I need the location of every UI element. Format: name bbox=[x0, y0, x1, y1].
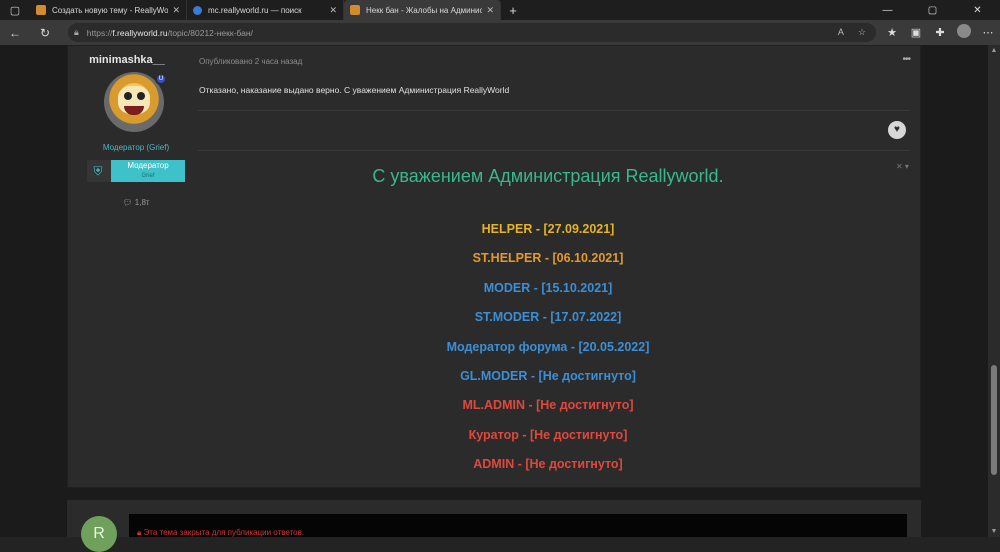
post-author-panel: minimashka__ U Модератор (Grief) ⛨ Модер… bbox=[68, 46, 186, 489]
lock-icon[interactable]: 🔒︎ bbox=[74, 27, 79, 38]
author-name[interactable]: minimashka__ bbox=[68, 54, 186, 66]
reallyworld-icon bbox=[36, 5, 46, 15]
scroll-up-icon[interactable]: ▲ bbox=[988, 47, 1000, 54]
collections-icon[interactable]: ▣ bbox=[904, 26, 928, 39]
window-controls: — ▢ ✕ bbox=[865, 5, 1000, 16]
signature: С уважением Администрация Reallyworld. H… bbox=[198, 166, 898, 480]
url-bar[interactable]: 🔒︎ https://f.reallyworld.ru/topic/80212-… bbox=[68, 23, 876, 42]
rank-sub: Grief bbox=[141, 173, 155, 179]
menu-icon[interactable]: ⋯ bbox=[976, 26, 1000, 39]
avatar[interactable]: R bbox=[81, 516, 117, 552]
online-badge-icon: U bbox=[155, 73, 167, 85]
author-group: Модератор (Grief) bbox=[102, 143, 170, 152]
signature-line: GL.MODER - [Не достигнуто] bbox=[460, 368, 636, 383]
page-viewport: minimashka__ U Модератор (Grief) ⛨ Модер… bbox=[0, 45, 988, 552]
lock-icon: 🔒︎ bbox=[137, 528, 142, 537]
locked-notice: 🔒︎ Эта тема закрыта для публикации ответ… bbox=[129, 514, 907, 537]
signature-line: MODER - [15.10.2021] bbox=[483, 280, 613, 295]
comment-icon: 💬︎ bbox=[122, 198, 133, 207]
toolbar-buttons: ★ ▣ ✚ ⋯ bbox=[880, 20, 1000, 45]
rank-badge: ⛨ Модератор Grief bbox=[87, 160, 185, 182]
new-tab-button[interactable]: + bbox=[501, 3, 525, 18]
scrollbar-thumb[interactable] bbox=[991, 365, 997, 475]
like-heart-icon[interactable]: ♥ bbox=[888, 121, 906, 139]
signature-line: Модератор форума - [20.05.2022] bbox=[446, 339, 650, 354]
close-tab-icon[interactable]: ✕ bbox=[329, 5, 337, 16]
signature-line: Куратор - [Не достигнуто] bbox=[468, 427, 628, 442]
back-icon[interactable]: ← bbox=[0, 26, 30, 40]
post-timestamp: Опубликовано 2 часа назад bbox=[199, 57, 303, 66]
next-post: R 🔒︎ Эта тема закрыта для публикации отв… bbox=[67, 500, 921, 552]
tab-1[interactable]: Создать новую тему - ReallyWorld ✕ bbox=[30, 0, 187, 20]
post-count-value: 1,8т bbox=[134, 198, 150, 207]
locked-notice-text: Эта тема закрыта для публикации ответов. bbox=[143, 528, 305, 537]
read-aloud-icon[interactable]: A bbox=[838, 27, 844, 38]
close-tab-icon[interactable]: ✕ bbox=[486, 5, 494, 16]
signature-lines: HELPER - [27.09.2021] ST.HELPER - [06.10.… bbox=[198, 215, 898, 480]
tab-actions-icon[interactable]: ▢ bbox=[0, 0, 30, 20]
forum-post: minimashka__ U Модератор (Grief) ⛨ Модер… bbox=[67, 45, 921, 488]
signature-line: ST.MODER - [17.07.2022] bbox=[474, 310, 622, 325]
rank-pill: Модератор Grief bbox=[111, 160, 185, 182]
tab-2[interactable]: mc.reallyworld.ru — поиск ✕ bbox=[187, 0, 344, 20]
post-count: 💬︎ 1,8т bbox=[68, 198, 204, 207]
minimize-icon[interactable]: — bbox=[865, 5, 910, 16]
shield-icon: ⛨ bbox=[93, 164, 103, 178]
browser-tab-bar: ▢ Создать новую тему - ReallyWorld ✕ mc.… bbox=[0, 0, 1000, 20]
close-window-icon[interactable]: ✕ bbox=[955, 5, 1000, 16]
url-path: /topic/80212-некк-бан/ bbox=[167, 27, 253, 38]
extensions-icon[interactable]: ✚ bbox=[928, 26, 952, 39]
signature-line: HELPER - [27.09.2021] bbox=[481, 222, 615, 236]
maximize-icon[interactable]: ▢ bbox=[910, 5, 955, 16]
scroll-down-icon[interactable]: ▼ bbox=[988, 528, 1000, 535]
favorites-icon[interactable]: ★ bbox=[880, 26, 904, 39]
scrollbar[interactable]: ▲ ▼ bbox=[988, 45, 1000, 537]
tab-title: Создать новую тему - ReallyWorld bbox=[52, 5, 169, 15]
signature-heading: С уважением Администрация Reallyworld. bbox=[372, 166, 724, 186]
rank-label: Модератор bbox=[127, 161, 169, 170]
tab-title: mc.reallyworld.ru — поиск bbox=[208, 5, 302, 15]
url-host: f.reallyworld.ru bbox=[112, 27, 168, 38]
url-prefix: https:// bbox=[86, 27, 113, 38]
tab-title: Некк бан - Жалобы на Администрацию bbox=[366, 5, 483, 15]
post-message: Отказано, наказание выдано верно. С уваж… bbox=[199, 85, 510, 95]
avatar-eye bbox=[137, 92, 145, 100]
refresh-icon[interactable]: ↻ bbox=[30, 26, 60, 40]
address-toolbar: ← ↻ 🔒︎ https://f.reallyworld.ru/topic/80… bbox=[0, 20, 1000, 45]
bing-search-icon bbox=[193, 5, 202, 15]
close-tab-icon[interactable]: ✕ bbox=[172, 5, 180, 16]
tab-3-active[interactable]: Некк бан - Жалобы на Администрацию ✕ bbox=[344, 0, 501, 20]
reallyworld-icon bbox=[350, 5, 360, 15]
url-actions: A ☆ bbox=[838, 27, 876, 38]
signature-line: ADMIN - [Не достигнуто] bbox=[473, 457, 623, 472]
signature-divider bbox=[198, 150, 910, 151]
profile-avatar[interactable] bbox=[957, 24, 971, 38]
add-favorite-icon[interactable]: ☆ bbox=[858, 27, 866, 38]
post-options-icon[interactable]: ••• bbox=[902, 54, 910, 65]
signature-line: ML.ADMIN - [Не достигнуто] bbox=[462, 398, 634, 413]
signature-line: ST.HELPER - [06.10.2021] bbox=[472, 251, 624, 266]
avatar-eye bbox=[124, 92, 132, 100]
divider bbox=[198, 110, 910, 111]
